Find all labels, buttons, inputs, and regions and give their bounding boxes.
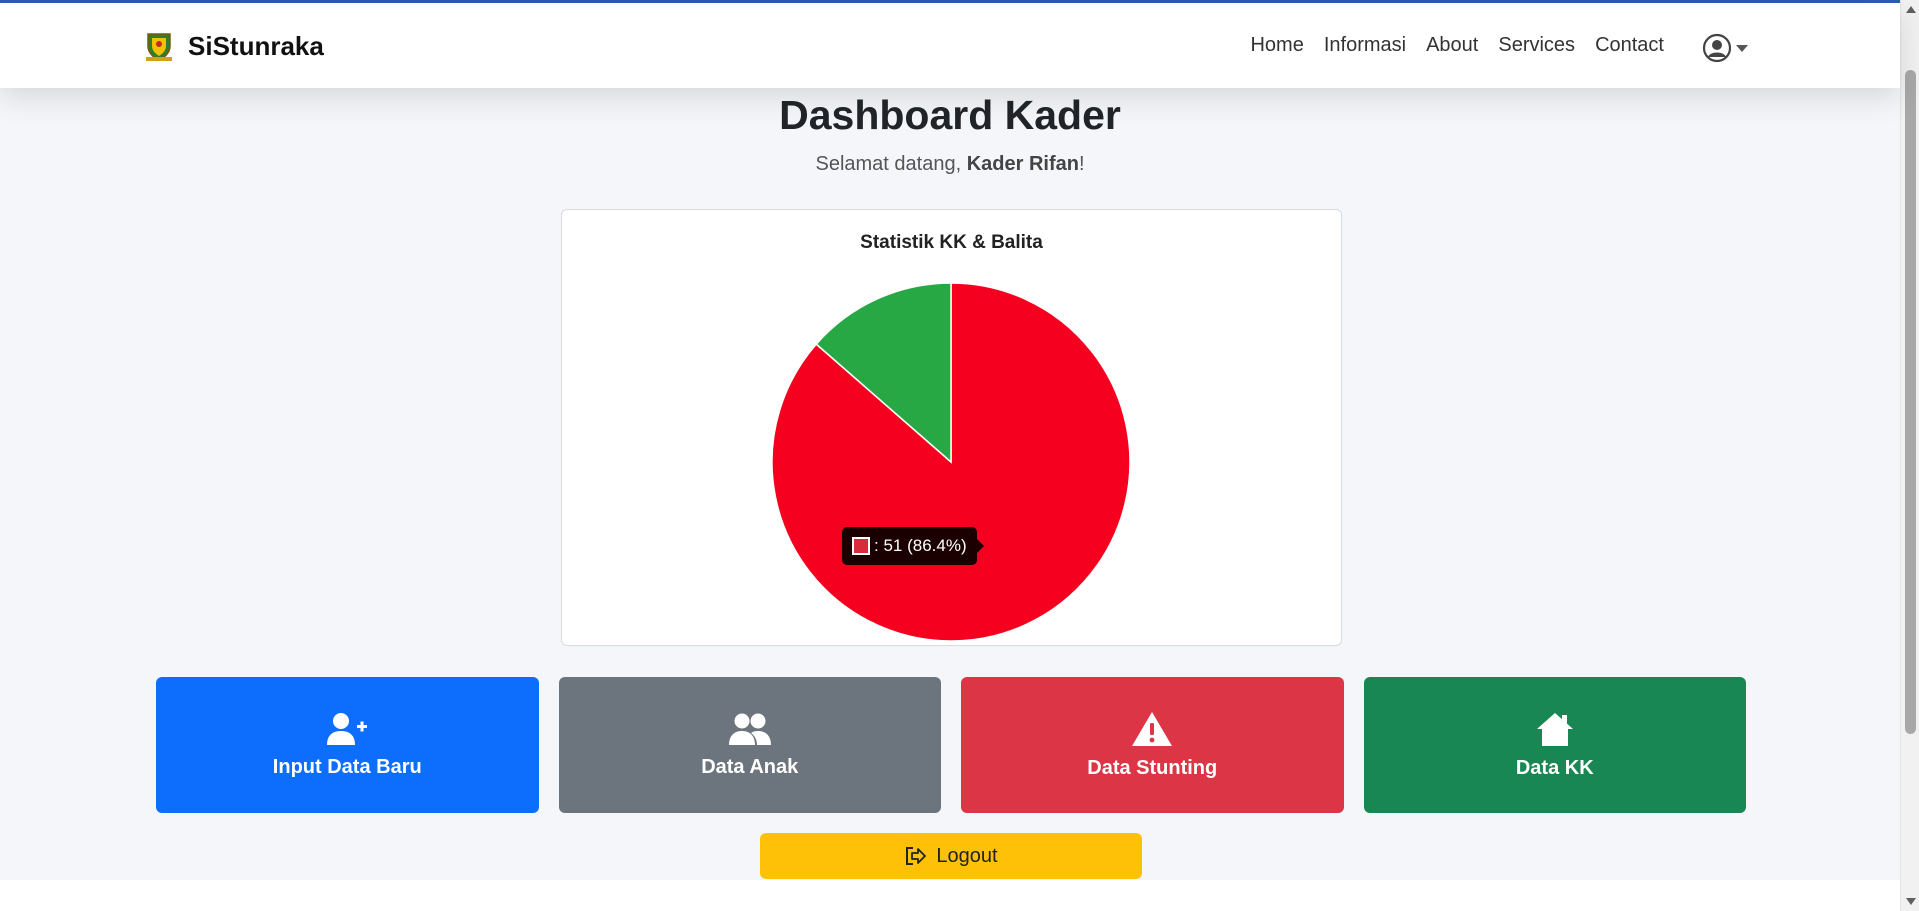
nav-link-contact[interactable]: Contact <box>1595 34 1664 57</box>
nav-link-informasi[interactable]: Informasi <box>1324 34 1406 57</box>
tooltip-text: : 51 (86.4%) <box>874 536 967 555</box>
pie-chart <box>771 282 1131 642</box>
welcome-suffix: ! <box>1078 153 1085 175</box>
nav-link-about[interactable]: About <box>1426 34 1478 57</box>
tile-label: Data Anak <box>701 755 799 778</box>
scroll-down-icon[interactable] <box>1906 898 1916 905</box>
scrollbar[interactable] <box>1900 0 1919 911</box>
welcome-text: Selamat datang, Kader Rifan! <box>0 153 1900 176</box>
scroll-up-icon[interactable] <box>1906 6 1916 13</box>
page-title: Dashboard Kader <box>779 92 1121 138</box>
data-stunting-button[interactable]: Data Stunting <box>961 677 1344 813</box>
nav-link-home[interactable]: Home <box>1250 34 1303 57</box>
nav-link-services[interactable]: Services <box>1498 34 1575 57</box>
user-menu-toggle[interactable] <box>1702 33 1748 63</box>
logout-label: Logout <box>936 844 998 867</box>
nav-links: Home Informasi About Services Contact <box>1250 34 1664 57</box>
brand[interactable]: SiStunraka <box>144 30 324 62</box>
chart-tooltip: : 51 (86.4%) <box>842 527 984 565</box>
navbar: SiStunraka Home Informasi About Services… <box>0 3 1900 88</box>
user-plus-icon <box>327 712 368 745</box>
scrollbar-thumb[interactable] <box>1905 70 1916 734</box>
brand-name: SiStunraka <box>188 30 324 61</box>
user-name: Kader Rifan <box>966 153 1079 175</box>
warning-icon <box>1132 711 1173 746</box>
chevron-down-icon <box>1736 44 1748 52</box>
users-icon <box>728 713 771 745</box>
user-circle-icon <box>1702 33 1732 63</box>
app-logo-icon <box>146 33 172 61</box>
logout-icon <box>906 847 927 865</box>
tile-label: Data Stunting <box>1087 756 1218 779</box>
tile-label: Input Data Baru <box>272 755 422 778</box>
input-data-baru-button[interactable]: Input Data Baru <box>156 677 539 813</box>
action-tiles: Input Data Baru Data Anak Data Stunting … <box>156 677 1746 813</box>
chart-card: Statistik KK & Balita : 51 (86.4%) <box>561 209 1342 646</box>
footer-strip <box>0 880 1900 911</box>
home-icon <box>1536 712 1573 746</box>
welcome-prefix: Selamat datang, <box>815 153 967 175</box>
data-anak-button[interactable]: Data Anak <box>558 677 941 813</box>
data-kk-button[interactable]: Data KK <box>1363 677 1746 813</box>
logout-button[interactable]: Logout <box>760 833 1142 879</box>
tooltip-swatch <box>852 537 870 555</box>
tile-label: Data KK <box>1515 756 1594 779</box>
